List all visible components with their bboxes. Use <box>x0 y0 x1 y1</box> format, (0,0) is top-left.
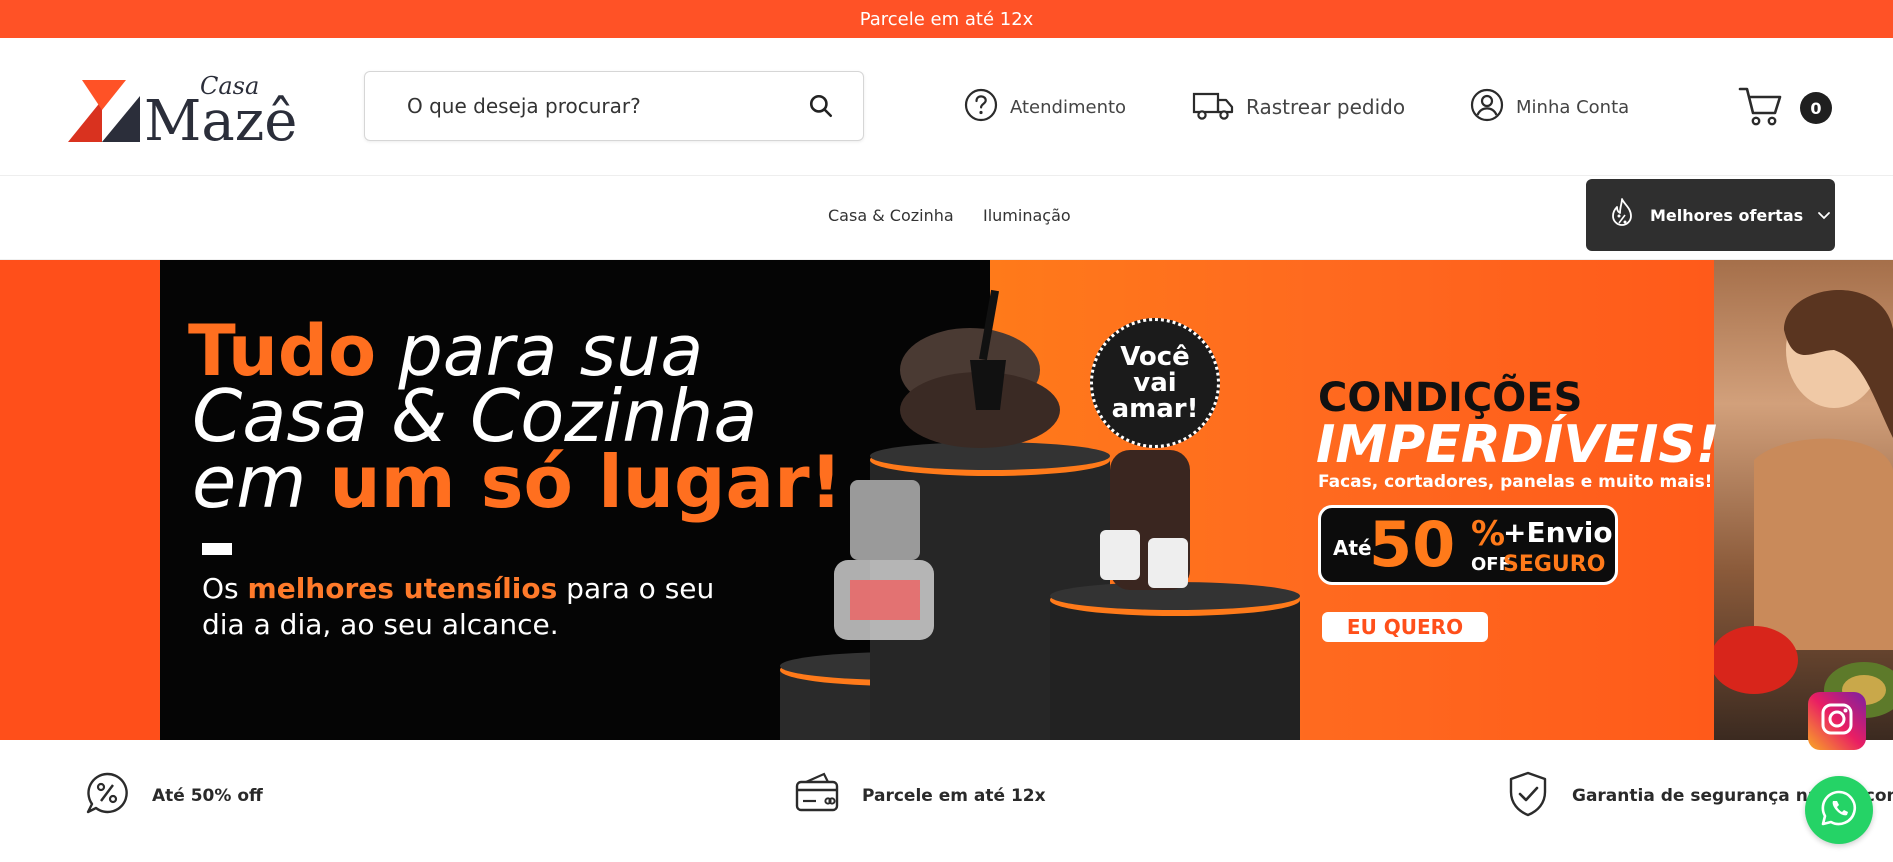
banner-subtext-1: Os melhores utensílios para o seu <box>202 572 715 605</box>
whatsapp-button[interactable] <box>1805 776 1873 844</box>
user-circle-icon <box>1470 88 1504 127</box>
site-header: Casa Mazê Atendimento Rastrear pedido Mi… <box>0 38 1893 176</box>
search-input[interactable] <box>365 72 791 140</box>
support-label: Atendimento <box>1010 96 1127 118</box>
banner-woman-cooking-image <box>1710 260 1893 740</box>
track-order-link[interactable]: Rastrear pedido <box>1192 86 1405 128</box>
banner-headline-3: em um só lugar! <box>192 440 843 524</box>
search-box <box>364 71 864 141</box>
truck-icon <box>1192 88 1234 127</box>
support-link[interactable]: Atendimento <box>964 86 1126 128</box>
discount-flame-icon <box>1608 197 1636 233</box>
percent-chat-icon <box>84 770 130 821</box>
banner-cta-button[interactable]: EU QUERO <box>1322 612 1488 642</box>
banner-left-strip <box>0 260 160 740</box>
banner-products-image <box>770 280 1330 740</box>
cart-button[interactable]: 0 <box>1738 82 1838 134</box>
instagram-button[interactable] <box>1808 692 1866 750</box>
site-logo[interactable]: Casa Mazê <box>68 68 308 154</box>
benefit-discount: Até 50% off <box>84 770 263 821</box>
benefit-installments-text: Parcele em até 12x <box>862 785 1046 806</box>
nav-item-iluminacao[interactable]: Iluminação <box>983 206 1071 225</box>
instagram-icon <box>1819 701 1855 741</box>
whatsapp-icon <box>1820 789 1858 831</box>
nav-item-casa-cozinha[interactable]: Casa & Cozinha <box>828 206 954 225</box>
promo-topbar: Parcele em até 12x <box>0 0 1893 38</box>
best-offers-label: Melhores ofertas <box>1650 205 1804 225</box>
promo-topbar-text: Parcele em até 12x <box>859 8 1034 30</box>
benefit-discount-text: Até 50% off <box>152 785 263 806</box>
banner-subtext-2: dia a dia, ao seu alcance. <box>202 608 559 641</box>
category-nav: Casa & Cozinha Iluminação Melhores ofert… <box>0 176 1893 260</box>
hero-banner[interactable]: Tudo para sua Casa & Cozinha em um só lu… <box>0 260 1893 740</box>
best-offers-button[interactable]: Melhores ofertas <box>1586 179 1835 251</box>
banner-discount-badge: Até 50 % OFF +Envio SEGURO <box>1318 505 1618 585</box>
account-link[interactable]: Minha Conta <box>1470 86 1629 128</box>
chevron-down-icon <box>1817 206 1831 225</box>
banner-products-line: Facas, cortadores, panelas e muito mais! <box>1318 472 1713 492</box>
credit-card-icon <box>794 770 840 821</box>
question-circle-icon <box>964 88 998 127</box>
cart-count-badge: 0 <box>1800 92 1832 124</box>
banner-imperdiveis-title: IMPERDÍVEIS! <box>1316 415 1720 475</box>
account-label: Minha Conta <box>1516 96 1630 118</box>
cart-icon <box>1738 83 1784 133</box>
logo-name: Mazê <box>144 89 297 144</box>
shield-check-icon <box>1506 770 1550 823</box>
track-order-label: Rastrear pedido <box>1246 95 1406 119</box>
benefits-bar: Até 50% off Parcele em até 12x Garantia … <box>0 740 1893 862</box>
benefit-installments: Parcele em até 12x <box>794 770 1046 821</box>
banner-sticker: Você vai amar! <box>1090 318 1220 448</box>
banner-dash <box>202 543 232 555</box>
search-icon[interactable] <box>791 76 851 136</box>
